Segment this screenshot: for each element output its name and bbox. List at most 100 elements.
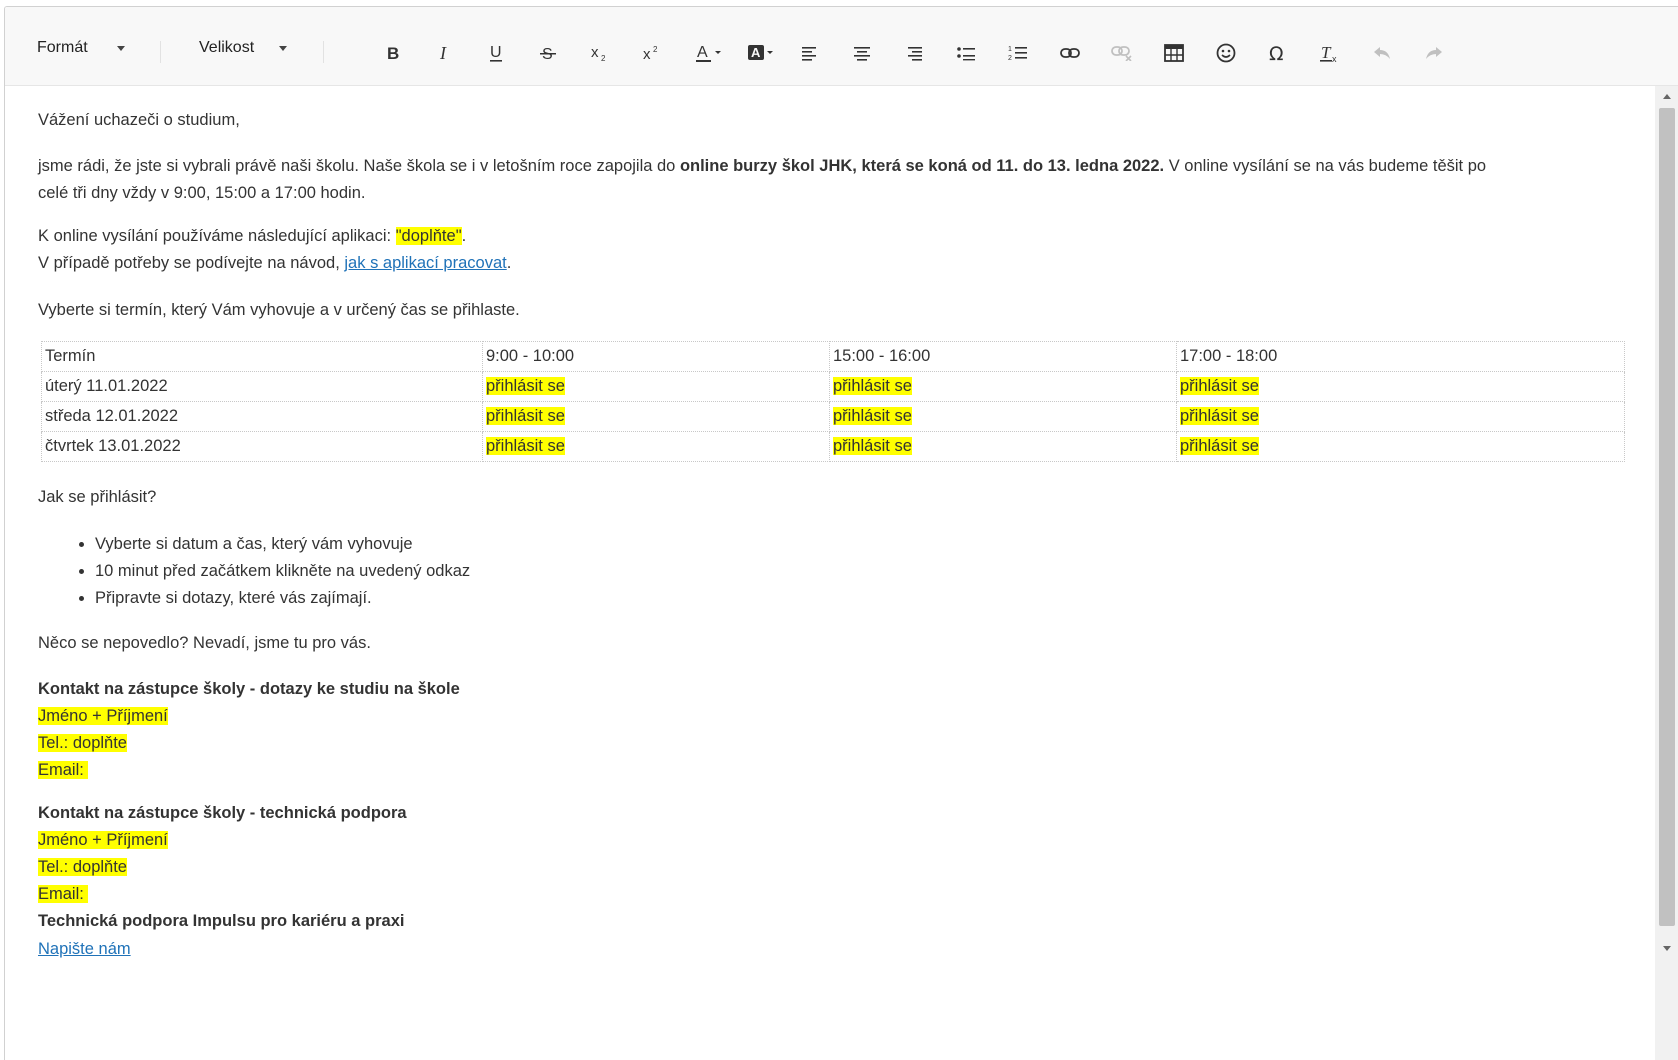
table-date-cell: čtvrtek 13.01.2022 bbox=[41, 431, 483, 462]
steps-list: Vyberte si datum a čas, který vám vyhovu… bbox=[41, 531, 470, 612]
intro-text-2: V online vysílání se na vás budeme těšit… bbox=[1164, 157, 1487, 175]
contact2-tel: Tel.: doplňte bbox=[38, 858, 127, 876]
table-row: úterý 11.01.2022 přihlásit se přihlásit … bbox=[41, 371, 1625, 402]
svg-text:2: 2 bbox=[653, 45, 658, 54]
table-header-cell: 17:00 - 18:00 bbox=[1176, 341, 1625, 372]
signup-link[interactable]: přihlásit se bbox=[486, 407, 565, 425]
editor-content[interactable]: Vážení uchazeči o studium, jsme rádi, že… bbox=[5, 86, 1653, 1060]
contact1-name: Jméno + Příjmení bbox=[38, 707, 168, 725]
format-dropdown[interactable]: Formát bbox=[37, 34, 137, 62]
contact2-email: Email: bbox=[38, 885, 89, 903]
insert-emoji-button[interactable] bbox=[1209, 36, 1243, 70]
scroll-down-arrow-icon[interactable] bbox=[1663, 946, 1671, 951]
strikethrough-button[interactable]: S bbox=[531, 36, 565, 70]
support-title: Technická podpora Impulsu pro kariéru a … bbox=[38, 912, 405, 930]
insert-table-button[interactable] bbox=[1157, 36, 1191, 70]
special-character-button[interactable]: Ω bbox=[1261, 36, 1295, 70]
table-cell: přihlásit se bbox=[482, 371, 830, 402]
toolbar-separator bbox=[323, 41, 324, 63]
remove-link-button[interactable] bbox=[1105, 36, 1139, 70]
table-icon bbox=[1164, 44, 1184, 62]
background-color-button[interactable]: A bbox=[741, 36, 781, 70]
table-cell: přihlásit se bbox=[1176, 371, 1625, 402]
contact1-title: Kontakt na zástupce školy - dotazy ke st… bbox=[38, 680, 460, 698]
intro-paragraph-line2: celé tři dny vždy v 9:00, 15:00 a 17:00 … bbox=[38, 184, 366, 202]
insert-link-button[interactable] bbox=[1053, 36, 1087, 70]
svg-text:A: A bbox=[697, 44, 708, 61]
guide-prefix: V případě potřeby se podívejte na návod, bbox=[38, 254, 345, 272]
how-to-heading: Jak se přihlásit? bbox=[38, 488, 157, 506]
signup-link[interactable]: přihlásit se bbox=[833, 407, 912, 425]
clear-formatting-button[interactable]: Tx bbox=[1313, 36, 1347, 70]
align-right-icon bbox=[908, 47, 922, 61]
svg-text:1: 1 bbox=[1008, 46, 1012, 53]
table-header-cell: Termín bbox=[41, 341, 483, 372]
signup-link[interactable]: přihlásit se bbox=[1180, 437, 1259, 455]
chevron-down-icon bbox=[117, 46, 125, 51]
svg-text:x: x bbox=[1332, 54, 1337, 63]
contact2-tel-line: Tel.: doplňte bbox=[38, 854, 127, 881]
underline-button[interactable]: U bbox=[479, 36, 513, 70]
signup-link[interactable]: přihlásit se bbox=[486, 437, 565, 455]
contact1-email: Email: bbox=[38, 761, 89, 779]
table-row: čtvrtek 13.01.2022 přihlásit se přihlási… bbox=[41, 431, 1625, 462]
align-left-button[interactable] bbox=[793, 36, 827, 70]
signup-link[interactable]: přihlásit se bbox=[486, 377, 565, 395]
signup-link[interactable]: přihlásit se bbox=[1180, 377, 1259, 395]
bullet-list-button[interactable] bbox=[949, 36, 983, 70]
subscript-icon: x2 bbox=[591, 44, 606, 62]
list-item: 10 minut před začátkem klikněte na uvede… bbox=[95, 558, 470, 585]
subscript-button[interactable]: x2 bbox=[583, 36, 617, 70]
contact1-email-line: Email: bbox=[38, 757, 89, 784]
italic-button[interactable]: I bbox=[427, 36, 461, 70]
table-header-row: Termín 9:00 - 10:00 15:00 - 16:00 17:00 … bbox=[41, 341, 1625, 372]
redo-button[interactable] bbox=[1417, 36, 1451, 70]
size-dropdown-label: Velikost bbox=[199, 39, 255, 56]
underline-icon: U bbox=[490, 44, 502, 62]
chevron-down-icon bbox=[279, 46, 287, 51]
write-us-link[interactable]: Napište nám bbox=[38, 940, 131, 958]
bold-button[interactable]: B bbox=[375, 36, 409, 70]
choose-term-text: Vyberte si termín, který Vám vyhovuje a … bbox=[38, 301, 520, 319]
text-color-button[interactable]: A bbox=[689, 36, 729, 70]
vertical-scrollbar[interactable] bbox=[1655, 86, 1678, 1060]
align-left-icon bbox=[802, 47, 816, 61]
svg-text:x: x bbox=[643, 46, 651, 62]
svg-text:x: x bbox=[591, 44, 599, 61]
guide-line: V případě potřeby se podívejte na návod,… bbox=[38, 250, 511, 277]
undo-icon bbox=[1374, 47, 1390, 59]
svg-text:Ω: Ω bbox=[1269, 43, 1284, 63]
numbered-list-button[interactable]: 12 bbox=[1001, 36, 1035, 70]
signup-link[interactable]: přihlásit se bbox=[833, 377, 912, 395]
guide-suffix: . bbox=[506, 254, 512, 272]
size-dropdown[interactable]: Velikost bbox=[199, 34, 309, 62]
superscript-button[interactable]: x2 bbox=[635, 36, 669, 70]
scrollbar-thumb[interactable] bbox=[1659, 108, 1675, 926]
greeting-text: Vážení uchazeči o studium, bbox=[38, 111, 240, 129]
align-center-button[interactable] bbox=[845, 36, 879, 70]
svg-text:I: I bbox=[439, 44, 447, 62]
editor-toolbar: Formát Velikost B I U S x2 x2 A A 1 2 Ω … bbox=[5, 7, 1678, 86]
app-line: K online vysílání používáme následující … bbox=[38, 223, 466, 250]
guide-link[interactable]: jak s aplikací pracovat bbox=[344, 254, 506, 272]
link-icon bbox=[1060, 48, 1080, 58]
app-line-prefix: K online vysílání používáme následující … bbox=[38, 227, 396, 245]
table-cell: přihlásit se bbox=[829, 401, 1177, 432]
strikethrough-icon: S bbox=[540, 46, 556, 62]
align-center-icon bbox=[854, 47, 870, 61]
schedule-table: Termín 9:00 - 10:00 15:00 - 16:00 17:00 … bbox=[41, 341, 1625, 462]
format-dropdown-label: Formát bbox=[37, 39, 88, 56]
contact1-name-line: Jméno + Příjmení bbox=[38, 703, 168, 730]
signup-link[interactable]: přihlásit se bbox=[1180, 407, 1259, 425]
signup-link[interactable]: přihlásit se bbox=[833, 437, 912, 455]
app-placeholder-highlight: "doplňte" bbox=[395, 227, 462, 245]
scroll-up-arrow-icon[interactable] bbox=[1663, 94, 1671, 99]
table-date-cell: úterý 11.01.2022 bbox=[41, 371, 483, 402]
contact2-name-line: Jméno + Příjmení bbox=[38, 827, 168, 854]
table-cell: přihlásit se bbox=[829, 431, 1177, 462]
undo-button[interactable] bbox=[1365, 36, 1399, 70]
list-item: Vyberte si datum a čas, který vám vyhovu… bbox=[95, 531, 470, 558]
bullet-list-icon bbox=[957, 47, 975, 61]
align-right-button[interactable] bbox=[897, 36, 931, 70]
toolbar-separator bbox=[160, 41, 161, 63]
